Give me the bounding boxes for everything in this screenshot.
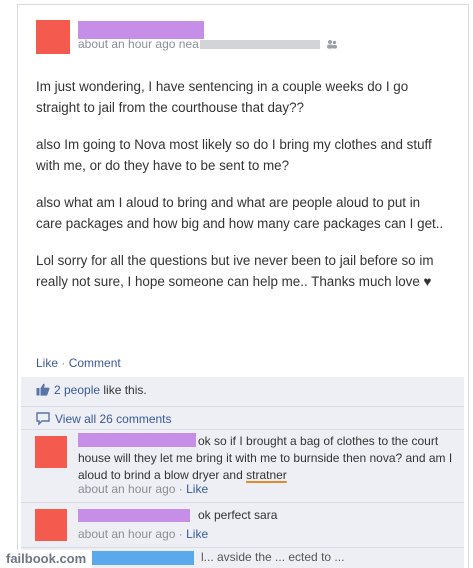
- post-paragraph: also Im going to Nova most likely so do …: [36, 137, 432, 173]
- redacted-commenter-name[interactable]: [78, 509, 190, 522]
- view-all-comments[interactable]: View all 26 comments: [36, 412, 172, 428]
- comment-body: ok perfect sara: [198, 508, 278, 522]
- meta-separator: ·: [178, 527, 183, 541]
- location-prefix: nea: [178, 37, 199, 51]
- watermark: failbook.com: [0, 550, 93, 568]
- post-body: Im just wondering, I have sentencing in …: [36, 76, 448, 292]
- thumbs-up-icon: [36, 383, 50, 399]
- likes-summary: 2 people like this.: [36, 383, 147, 399]
- divider: [21, 406, 464, 407]
- comment-like-link[interactable]: Like: [186, 482, 208, 496]
- avatar[interactable]: [35, 509, 67, 541]
- comment-meta: about an hour ago · Like: [78, 482, 208, 496]
- likes-count-link[interactable]: 2 people: [54, 383, 100, 397]
- redacted-commenter-name[interactable]: [78, 551, 194, 565]
- post-timestamp[interactable]: about an hour ago: [78, 37, 175, 51]
- avatar[interactable]: [36, 20, 70, 54]
- people-icon: [326, 38, 338, 52]
- comment-timestamp[interactable]: about an hour ago: [78, 527, 175, 541]
- action-separator: ·: [61, 356, 66, 370]
- meta-separator: ·: [178, 482, 183, 496]
- comment-like-link[interactable]: Like: [186, 527, 208, 541]
- feedback-panel: 2 people like this. View all 26 comments…: [21, 377, 464, 568]
- view-all-label: View all 26 comments: [55, 412, 172, 427]
- post-paragraph: also what am I aloud to bring and what a…: [36, 195, 444, 231]
- post-paragraph: Im just wondering, I have sentencing in …: [36, 79, 409, 115]
- comment-bubble-icon: [36, 412, 50, 428]
- post-actions: Like · Comment: [36, 356, 121, 370]
- comment-text: ok perfect sara: [198, 507, 448, 524]
- comment-link[interactable]: Comment: [69, 356, 121, 370]
- like-link[interactable]: Like: [36, 356, 58, 370]
- post-paragraph: Lol sorry for all the questions but ive …: [36, 253, 434, 289]
- comment-meta: about an hour ago · Like: [78, 527, 208, 541]
- comment-item: ok so if I brought a bag of clothes to t…: [21, 430, 464, 500]
- avatar[interactable]: [35, 436, 67, 468]
- post-meta: about an hour ago nea: [78, 37, 338, 52]
- likes-suffix: like this.: [100, 383, 147, 398]
- comment-timestamp[interactable]: about an hour ago: [78, 482, 175, 496]
- redacted-location: [199, 40, 320, 50]
- comment-body: l... avside the ... ected to ...: [201, 550, 345, 564]
- comment-text: ok so if I brought a bag of clothes to t…: [78, 433, 458, 484]
- comment-text-partial: l... avside the ... ected to ...: [201, 549, 441, 566]
- misspelled-word: stratner: [246, 468, 287, 482]
- comment-item: ok perfect sara about an hour ago · Like: [21, 503, 464, 548]
